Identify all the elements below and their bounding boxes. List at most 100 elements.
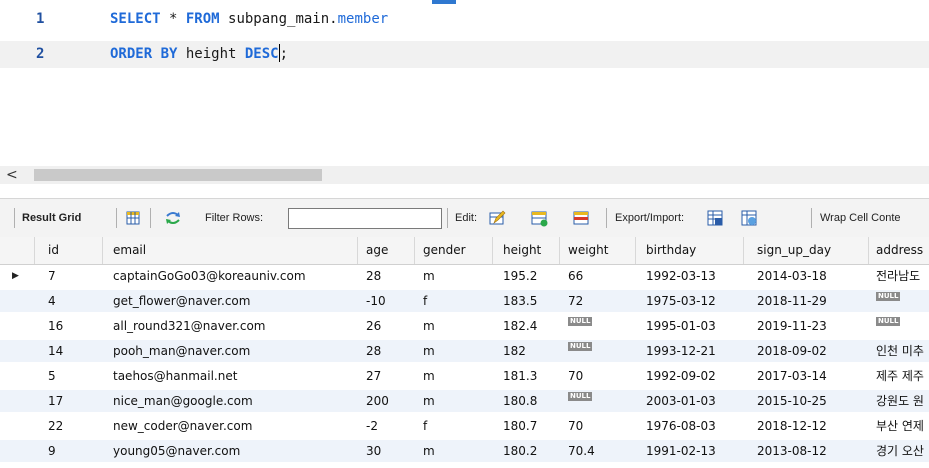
table-row[interactable]: ▶ 7 captainGoGo03@koreauniv.com 28 m 195.2 66 1… — [0, 265, 929, 287]
filter-rows-input[interactable] — [288, 208, 442, 229]
cell-gender[interactable]: m — [415, 440, 493, 462]
cell-weight[interactable]: NULL — [560, 340, 636, 362]
cell-id[interactable]: 4 — [42, 290, 103, 312]
cell-sign-up-day[interactable]: 2015-10-25 — [744, 390, 869, 412]
cell-email[interactable]: captainGoGo03@koreauniv.com — [103, 265, 358, 287]
cell-height[interactable]: 195.2 — [493, 265, 560, 287]
cell-weight[interactable]: 66 — [560, 265, 636, 287]
table-row[interactable]: 14 pooh_man@naver.com 28 m 182 NULL 1993-12-21… — [0, 340, 929, 362]
cell-age[interactable]: 26 — [358, 315, 415, 337]
column-header-age[interactable]: age — [358, 237, 415, 264]
cell-email[interactable]: pooh_man@naver.com — [103, 340, 358, 362]
cell-height[interactable]: 183.5 — [493, 290, 560, 312]
cell-id[interactable]: 22 — [42, 415, 103, 437]
cell-age[interactable]: 200 — [358, 390, 415, 412]
cell-sign-up-day[interactable]: 2018-12-12 — [744, 415, 869, 437]
wrap-cell-content-label[interactable]: Wrap Cell Conte — [820, 210, 901, 226]
table-row[interactable]: 9 young05@naver.com 30 m 180.2 70.4 1991-02-13… — [0, 440, 929, 462]
export-icon[interactable] — [706, 209, 724, 227]
cell-email[interactable]: get_flower@naver.com — [103, 290, 358, 312]
cell-email[interactable]: taehos@hanmail.net — [103, 365, 358, 387]
cell-sign-up-day[interactable]: 2013-08-12 — [744, 440, 869, 462]
cell-weight[interactable]: 70 — [560, 415, 636, 437]
column-header-gender[interactable]: gender — [415, 237, 493, 264]
cell-height[interactable]: 181.3 — [493, 365, 560, 387]
column-header-height[interactable]: height — [493, 237, 560, 264]
result-grid[interactable]: id email age gender height weight birthd… — [0, 237, 929, 468]
cell-height[interactable]: 180.8 — [493, 390, 560, 412]
cell-birthday[interactable]: 1975-03-12 — [636, 290, 744, 312]
cell-gender[interactable]: m — [415, 340, 493, 362]
cell-sign-up-day[interactable]: 2014-03-18 — [744, 265, 869, 287]
cell-id[interactable]: 16 — [42, 315, 103, 337]
cell-weight[interactable]: 70.4 — [560, 440, 636, 462]
cell-birthday[interactable]: 1991-02-13 — [636, 440, 744, 462]
column-header-birthday[interactable]: birthday — [636, 237, 744, 264]
cell-weight[interactable]: NULL — [560, 315, 636, 337]
cell-height[interactable]: 180.2 — [493, 440, 560, 462]
table-row[interactable]: 17 nice_man@google.com 200 m 180.8 NULL 2003-0… — [0, 390, 929, 412]
cell-gender[interactable]: f — [415, 290, 493, 312]
cell-age[interactable]: -2 — [358, 415, 415, 437]
cell-height[interactable]: 182 — [493, 340, 560, 362]
cell-email[interactable]: new_coder@naver.com — [103, 415, 358, 437]
editor-horizontal-scrollbar[interactable]: < — [0, 166, 929, 184]
import-icon[interactable] — [740, 209, 758, 227]
table-row[interactable]: 4 get_flower@naver.com -10 f 183.5 72 1975-03-… — [0, 290, 929, 312]
sql-editor[interactable]: 1 SELECT * FROM subpang_main.member 2 OR… — [0, 0, 929, 166]
cell-weight[interactable]: 70 — [560, 365, 636, 387]
cell-gender[interactable]: f — [415, 415, 493, 437]
cell-address[interactable]: 경기 오산 — [869, 440, 929, 462]
cell-height[interactable]: 180.7 — [493, 415, 560, 437]
cell-address[interactable]: 제주 제주 — [869, 365, 929, 387]
cell-gender[interactable]: m — [415, 390, 493, 412]
cell-id[interactable]: 9 — [42, 440, 103, 462]
row-selector-header[interactable] — [0, 237, 35, 264]
cell-birthday[interactable]: 1993-12-21 — [636, 340, 744, 362]
cell-email[interactable]: nice_man@google.com — [103, 390, 358, 412]
cell-sign-up-day[interactable]: 2018-09-02 — [744, 340, 869, 362]
cell-birthday[interactable]: 1976-08-03 — [636, 415, 744, 437]
result-grid-tab[interactable]: Result Grid — [22, 210, 81, 226]
cell-age[interactable]: 28 — [358, 265, 415, 287]
grid-view-icon[interactable] — [124, 209, 142, 227]
cell-weight[interactable]: 72 — [560, 290, 636, 312]
cell-address[interactable]: 인천 미추 — [869, 340, 929, 362]
refresh-arrows-icon[interactable] — [164, 209, 182, 227]
column-header-email[interactable]: email — [103, 237, 358, 264]
table-row[interactable]: 22 new_coder@naver.com -2 f 180.7 70 1976-08-0… — [0, 415, 929, 437]
cell-age[interactable]: 27 — [358, 365, 415, 387]
cell-gender[interactable]: m — [415, 265, 493, 287]
cell-address[interactable]: 강원도 원 — [869, 390, 929, 412]
cell-birthday[interactable]: 1992-03-13 — [636, 265, 744, 287]
column-header-sign-up-day[interactable]: sign_up_day — [744, 237, 869, 264]
cell-address[interactable]: 전라남도 — [869, 265, 929, 287]
cell-id[interactable]: 14 — [42, 340, 103, 362]
column-header-id[interactable]: id — [42, 237, 103, 264]
cell-gender[interactable]: m — [415, 315, 493, 337]
edit-cell-icon[interactable] — [488, 209, 506, 227]
table-row[interactable]: 16 all_round321@naver.com 26 m 182.4 NULL 1995… — [0, 315, 929, 337]
scrollbar-thumb[interactable] — [34, 169, 322, 181]
cell-address[interactable]: NULL — [869, 290, 929, 312]
cell-id[interactable]: 7 — [42, 265, 103, 287]
cell-address[interactable]: 부산 연제 — [869, 415, 929, 437]
cell-age[interactable]: 30 — [358, 440, 415, 462]
cell-sign-up-day[interactable]: 2017-03-14 — [744, 365, 869, 387]
cell-sign-up-day[interactable]: 2019-11-23 — [744, 315, 869, 337]
cell-age[interactable]: 28 — [358, 340, 415, 362]
scroll-left-icon[interactable]: < — [6, 166, 18, 184]
cell-gender[interactable]: m — [415, 365, 493, 387]
delete-row-icon[interactable] — [572, 209, 590, 227]
column-header-address[interactable]: address — [869, 237, 929, 264]
cell-birthday[interactable]: 1992-09-02 — [636, 365, 744, 387]
cell-birthday[interactable]: 1995-01-03 — [636, 315, 744, 337]
cell-height[interactable]: 182.4 — [493, 315, 560, 337]
cell-email[interactable]: young05@naver.com — [103, 440, 358, 462]
cell-weight[interactable]: NULL — [560, 390, 636, 412]
editor-line-2[interactable]: 2 ORDER BY height DESC; — [0, 41, 929, 68]
cell-email[interactable]: all_round321@naver.com — [103, 315, 358, 337]
cell-address[interactable]: NULL — [869, 315, 929, 337]
cell-age[interactable]: -10 — [358, 290, 415, 312]
cell-id[interactable]: 5 — [42, 365, 103, 387]
